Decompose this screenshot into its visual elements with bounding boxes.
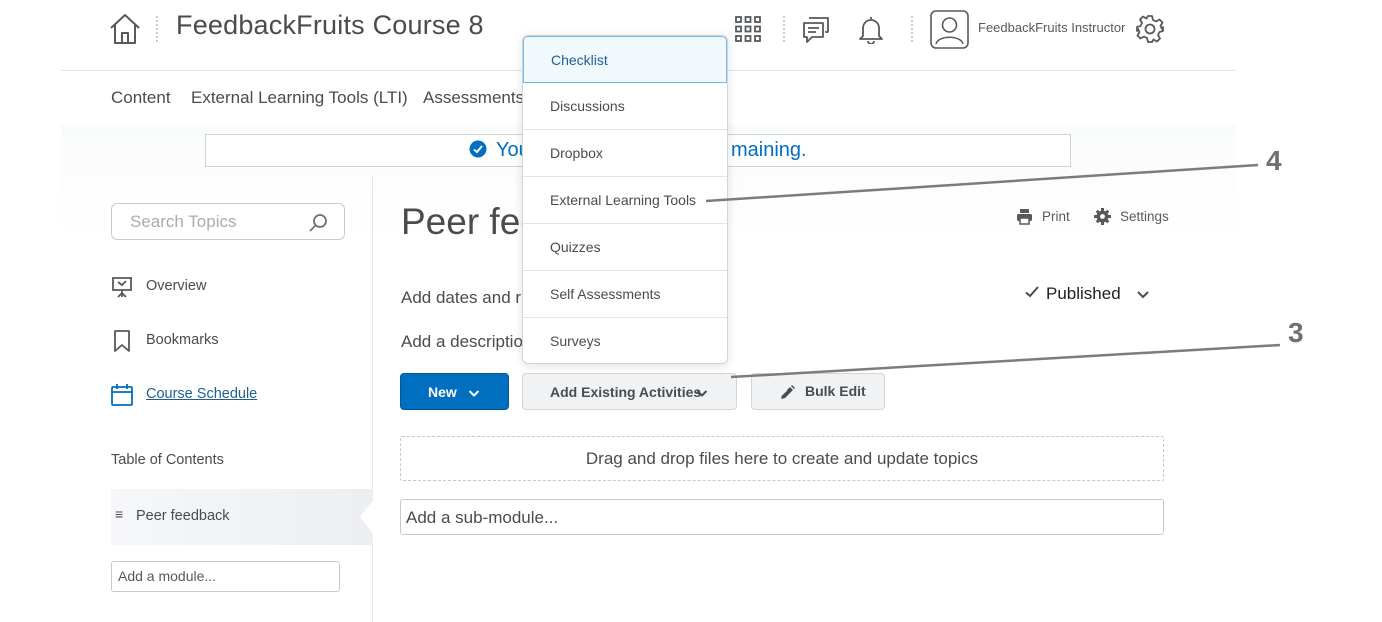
messages-icon[interactable] (801, 14, 831, 49)
header-divider (783, 16, 785, 42)
menu-item-self-assessments[interactable]: Self Assessments (523, 271, 727, 318)
chevron-down-icon (696, 390, 708, 397)
username[interactable]: FeedbackFruits Instructor (978, 20, 1125, 35)
menu-item-quizzes[interactable]: Quizzes (523, 224, 727, 271)
add-description-link[interactable]: Add a descriptio (401, 332, 523, 352)
header-divider (911, 16, 913, 42)
settings-gear-icon (1094, 208, 1111, 225)
calendar-icon (110, 383, 134, 412)
menu-item-dropbox[interactable]: Dropbox (523, 130, 727, 177)
presentation-icon (110, 275, 134, 304)
waffle-grid-icon[interactable] (734, 15, 762, 48)
toc-heading: Table of Contents (111, 452, 224, 468)
annotation-callout-4: 4 (1266, 145, 1282, 176)
sub-module-placeholder: Add a sub-module... (406, 508, 559, 527)
notice-text-end: maining. (731, 139, 807, 161)
check-icon (1024, 284, 1040, 305)
page-title[interactable]: Peer fee (401, 201, 541, 243)
annotation-callout-3: 3 (1288, 317, 1304, 348)
add-sub-module-input[interactable]: Add a sub-module... (400, 499, 1164, 535)
tab-external-learning-tools[interactable]: External Learning Tools (LTI) (191, 88, 408, 108)
search-placeholder: Search Topics (130, 212, 237, 231)
gear-icon[interactable] (1135, 14, 1165, 49)
dropzone-text: Drag and drop files here to create and u… (585, 449, 979, 468)
search-topics-input[interactable]: Search Topics (111, 203, 345, 240)
chevron-down-icon (468, 390, 480, 397)
search-icon[interactable] (308, 213, 328, 233)
menu-item-external-learning-tools[interactable]: External Learning Tools (523, 177, 727, 224)
chevron-down-icon (1136, 286, 1150, 306)
avatar[interactable] (930, 10, 969, 54)
toc-active-pointer (360, 499, 374, 535)
add-module-input[interactable]: Add a module... (111, 561, 340, 592)
drag-handle-icon[interactable]: ≡ (115, 506, 123, 522)
sidebar-item-bookmarks[interactable]: Bookmarks (146, 332, 219, 348)
add-existing-activities-button[interactable]: Add Existing Activities (522, 373, 737, 410)
pencil-icon (779, 385, 795, 399)
bookmark-icon (112, 329, 132, 358)
print-label: Print (1042, 209, 1070, 224)
new-button-label: New (428, 384, 457, 400)
file-dropzone[interactable]: Drag and drop files here to create and u… (400, 436, 1164, 481)
home-icon[interactable] (108, 12, 142, 46)
bulk-edit-label: Bulk Edit (805, 383, 866, 399)
new-button[interactable]: New (400, 373, 509, 410)
tab-assessments[interactable]: Assessments (423, 88, 524, 108)
printer-icon (1017, 209, 1032, 225)
add-dates-link[interactable]: Add dates and r (401, 288, 521, 308)
add-existing-activities-menu: Checklist Discussions Dropbox External L… (522, 35, 728, 364)
settings-label: Settings (1120, 209, 1169, 224)
toc-item-label: Peer feedback (136, 508, 230, 524)
toc-item-peer-feedback[interactable]: ≡ Peer feedback (111, 489, 373, 545)
check-circle-icon (469, 140, 487, 163)
notifications-bell-icon[interactable] (856, 14, 886, 49)
course-title[interactable]: FeedbackFruits Course 8 (176, 10, 484, 41)
menu-item-surveys[interactable]: Surveys (523, 318, 727, 363)
sidebar-item-course-schedule[interactable]: Course Schedule (146, 386, 257, 402)
add-module-placeholder: Add a module... (118, 568, 217, 584)
menu-item-checklist[interactable]: Checklist (523, 36, 727, 83)
status-label: Published (1046, 284, 1121, 303)
header-divider (156, 16, 158, 42)
add-existing-activities-label: Add Existing Activities (550, 384, 702, 400)
sidebar-divider (372, 177, 373, 622)
bulk-edit-button[interactable]: Bulk Edit (751, 373, 885, 410)
menu-item-discussions[interactable]: Discussions (523, 83, 727, 130)
sidebar-item-overview[interactable]: Overview (146, 278, 206, 294)
tab-content[interactable]: Content (111, 88, 171, 108)
